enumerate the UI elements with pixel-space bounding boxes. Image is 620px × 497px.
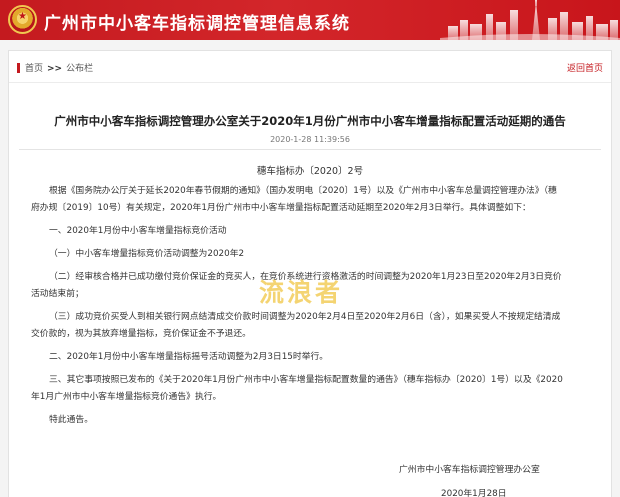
title-divider	[19, 149, 601, 150]
back-home-link[interactable]: 返回首页	[567, 61, 603, 74]
notice-paragraph: 活动结束前；	[31, 289, 84, 299]
notice-paragraph: 二、2020年1月份中小客车增量指标摇号活动调整为2月3日15时举行。	[49, 352, 329, 362]
notice-title: 广州市中小客车指标调控管理办公室关于2020年1月份广州市中小客车增量指标配置活…	[54, 114, 566, 128]
breadcrumb-current[interactable]: 公布栏	[66, 64, 93, 74]
site-banner: ★ 广州市中小客车指标调控管理信息系统	[0, 0, 620, 40]
breadcrumb-separator: >>	[47, 64, 63, 74]
breadcrumb: 首页 >> 公布栏	[25, 61, 93, 74]
notice-paragraph: 年1月广州市中小客车增量指标竞价通告》执行。	[31, 392, 222, 402]
breadcrumb-home-link[interactable]: 首页	[25, 64, 43, 74]
notice-panel: 首页 >> 公布栏 返回首页 广州市中小客车指标调控管理办公室关于2020年1月份广…	[8, 50, 612, 497]
breadcrumb-bar: 首页 >> 公布栏 返回首页	[9, 51, 611, 83]
notice-paragraph: 府办规〔2019〕10号）有关规定，2020年1月份广州市中小客车增量指标配置活…	[31, 203, 531, 213]
city-skyline-icon	[440, 0, 620, 40]
site-title: 广州市中小客车指标调控管理信息系统	[44, 14, 350, 34]
notice-paragraph: 一、2020年1月份中小客车增量指标竞价活动	[49, 226, 227, 236]
notice-paragraph: 根据《国务院办公厅关于延长2020年春节假期的通知》（国办发明电〔2020〕1号…	[49, 186, 557, 196]
notice-paragraph: （一）中小客车增量指标竞价活动调整为2020年2	[49, 249, 245, 259]
signature-organization: 广州市中小客车指标调控管理办公室	[399, 465, 540, 475]
notice-paragraph: 三、其它事项按照已发布的《关于2020年1月份广州市中小客车增量指标配置数量的通…	[49, 375, 563, 385]
publish-time: 2020-1-28 11:39:56	[270, 135, 350, 144]
document-number: 穗车指标办〔2020〕2号	[256, 166, 364, 177]
notice-paragraph: （三）成功竞价买受人到相关银行网点结清成交价款时间调整为2020年2月4日至20…	[49, 312, 561, 322]
signature-date: 2020年1月28日	[441, 489, 507, 497]
notice-paragraph: 特此通告。	[49, 415, 93, 425]
notice-paragraph: 交价款的，视为其放弃增量指标，竞价保证金不予退还。	[31, 329, 251, 339]
watermark-text: 流浪者	[259, 278, 344, 307]
breadcrumb-marker	[17, 63, 20, 73]
national-emblem-icon: ★	[8, 5, 37, 34]
